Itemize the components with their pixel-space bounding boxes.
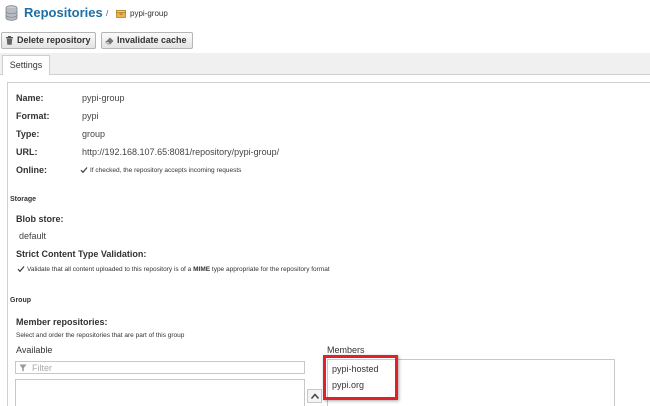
strict-validation-label: Strict Content Type Validation:: [16, 249, 147, 259]
online-checkbox[interactable]: [80, 166, 88, 174]
eraser-icon: [105, 37, 114, 45]
invalidate-cache-button[interactable]: Invalidate cache: [101, 32, 193, 49]
filter-input[interactable]: Filter: [15, 361, 305, 374]
name-label: Name:: [16, 93, 44, 103]
filter-placeholder: Filter: [32, 363, 52, 373]
strict-validation-help: Validate that all content uploaded to th…: [27, 266, 330, 273]
group-section-title: Group: [10, 297, 31, 304]
members-label: Members: [327, 345, 365, 355]
delete-repository-button[interactable]: Delete repository: [1, 32, 96, 49]
storage-section-title: Storage: [10, 196, 37, 203]
strict-help-text-post: type appropriate for the repository form…: [210, 266, 330, 273]
strict-help-mime: MIME: [193, 266, 211, 273]
breadcrumb-separator: /: [106, 9, 109, 18]
available-label: Available: [16, 345, 53, 355]
database-icon: [5, 5, 18, 21]
format-label: Format:: [16, 111, 50, 121]
name-value: pypi-group: [82, 93, 125, 103]
strict-validation-checkbox[interactable]: [17, 265, 25, 273]
invalidate-cache-label: Invalidate cache: [117, 35, 187, 45]
url-value: http://192.168.107.65:8081/repository/py…: [82, 147, 280, 157]
repositories-link[interactable]: Repositories: [24, 5, 103, 20]
chevron-up-icon: [311, 393, 319, 399]
blob-store-value: default: [19, 231, 47, 241]
annotation-highlight-box: [323, 355, 398, 400]
strict-help-text-pre: Validate that all content uploaded to th…: [27, 266, 194, 273]
breadcrumb: Repositories / pypi-group: [0, 0, 650, 30]
available-list[interactable]: [15, 379, 305, 406]
tab-settings[interactable]: Settings: [2, 55, 50, 75]
tab-bar: Settings: [0, 53, 650, 75]
type-value: group: [82, 129, 106, 139]
package-icon: [116, 10, 126, 18]
delete-repository-label: Delete repository: [17, 35, 91, 45]
move-up-button[interactable]: [307, 389, 322, 403]
blob-store-label: Blob store:: [16, 214, 64, 224]
filter-icon: [19, 364, 27, 372]
format-value: pypi: [82, 111, 99, 121]
member-repositories-label: Member repositories:: [16, 317, 108, 327]
member-repositories-help: Select and order the repositories that a…: [16, 332, 185, 339]
type-label: Type:: [16, 129, 40, 139]
online-label: Online:: [16, 165, 47, 175]
url-label: URL:: [16, 147, 38, 157]
breadcrumb-current: pypi-group: [130, 9, 168, 18]
online-help-text: If checked, the repository accepts incom…: [90, 167, 242, 174]
trash-icon: [6, 36, 13, 45]
